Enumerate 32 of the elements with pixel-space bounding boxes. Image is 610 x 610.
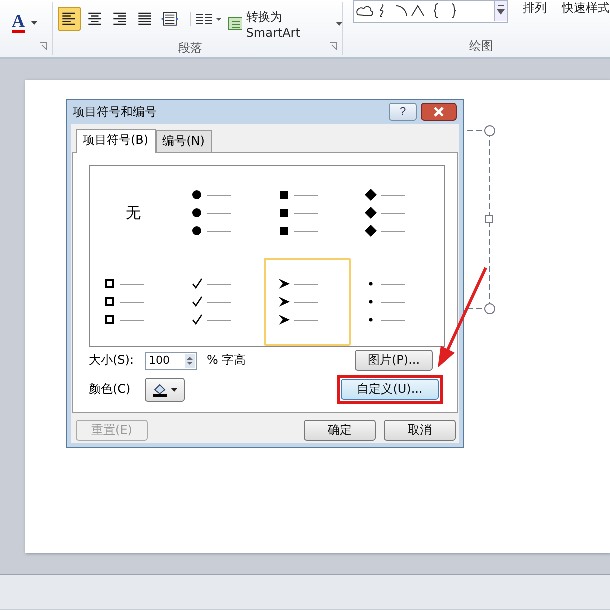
dialog-tab[interactable]: 编号(N) — [156, 130, 212, 152]
close-icon[interactable] — [421, 103, 457, 121]
size-label: 大小(S): — [89, 352, 136, 369]
color-label: 颜色(C) — [89, 381, 132, 398]
paint-bucket-icon — [151, 382, 179, 396]
none-option[interactable]: 无 — [90, 168, 177, 258]
scroll-down-icon[interactable] — [494, 1, 507, 21]
dialog-tab[interactable]: 项目符号(B) — [76, 129, 156, 153]
caret-icon — [336, 22, 342, 26]
ok-button[interactable]: 确定 — [304, 420, 376, 441]
dialog-launcher-icon[interactable] — [329, 42, 338, 51]
picture-button[interactable]: 图片(P)... — [355, 350, 433, 371]
size-spinner[interactable]: 100 — [145, 352, 197, 370]
dialog-title: 项目符号和编号 — [73, 104, 158, 120]
quick-styles-button[interactable]: 快速样式 — [562, 0, 610, 17]
dialog-launcher-icon[interactable] — [38, 42, 48, 51]
spinner-arrows-icon[interactable] — [185, 354, 195, 368]
arrange-button[interactable]: 排列 — [523, 0, 547, 17]
group-label: 绘图 — [470, 38, 494, 55]
cancel-button[interactable]: 取消 — [384, 420, 456, 441]
columns-icon[interactable] — [190, 12, 221, 26]
align-left-icon[interactable] — [58, 7, 81, 31]
shapes-gallery[interactable] — [353, 0, 508, 23]
customize-button[interactable]: 自定义(U)... — [341, 379, 439, 400]
smartart-icon — [228, 16, 242, 32]
smartart-button[interactable]: 转换为 SmartArt — [228, 8, 342, 40]
caret-icon[interactable] — [31, 21, 38, 25]
color-picker-button[interactable] — [145, 378, 185, 402]
group-label: 段落 — [178, 40, 204, 57]
size-unit: % 字高 — [207, 352, 246, 369]
help-button[interactable]: ? — [389, 103, 417, 121]
font-color-button[interactable]: A — [12, 13, 25, 33]
